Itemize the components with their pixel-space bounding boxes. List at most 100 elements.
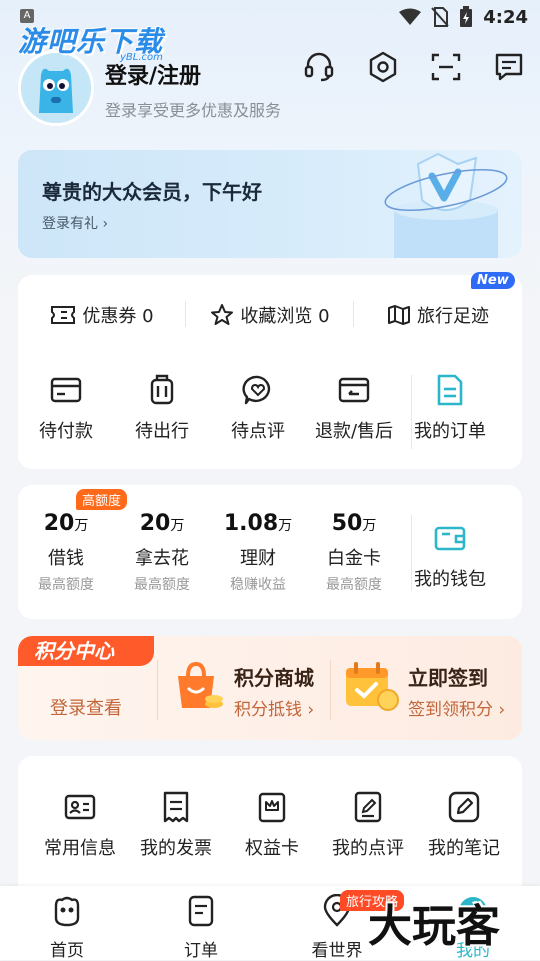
nav-label: 订单 xyxy=(184,941,218,961)
vip-shield-icon xyxy=(384,152,508,258)
order-doc-icon xyxy=(188,895,214,927)
checkin-sub: 签到领积分 › xyxy=(408,700,506,720)
my-notes-button[interactable]: 我的笔记 xyxy=(416,790,512,860)
orders-card: 优惠券 0 收藏浏览 0 旅行足迹 New 待付款 待出行 待点评 退款/售后 xyxy=(18,272,522,469)
wealth-button[interactable]: 1.08万 理财 稳赚收益 xyxy=(210,511,306,594)
settings-icon[interactable] xyxy=(366,50,400,84)
refund-button[interactable]: 退款/售后 xyxy=(306,373,402,463)
finance-sublabel: 最高额度 xyxy=(134,577,190,593)
footprint-tab[interactable]: 旅行足迹 xyxy=(354,297,522,333)
finance-unit: 万 xyxy=(170,518,185,534)
pending-review-button[interactable]: 待点评 xyxy=(210,373,306,463)
pen-icon xyxy=(448,791,480,823)
tab-divider xyxy=(185,301,186,327)
order-label: 待点评 xyxy=(231,421,285,442)
no-sim-icon xyxy=(431,7,449,27)
coupons-tab[interactable]: 优惠券 0 xyxy=(18,297,186,333)
points-mall-title: 积分商城 xyxy=(234,666,314,690)
map-icon xyxy=(388,305,410,325)
member-greeting: 尊贵的大众会员，下午好 xyxy=(42,180,262,204)
finance-label: 借钱 xyxy=(48,548,84,569)
favorites-label: 收藏浏览 0 xyxy=(240,306,330,327)
wifi-icon xyxy=(399,8,422,25)
checkin-button[interactable]: 立即签到 签到领积分 › xyxy=(342,658,522,728)
finance-unit: 万 xyxy=(278,518,293,534)
order-label: 待出行 xyxy=(135,421,189,442)
order-label: 退款/售后 xyxy=(314,421,394,442)
service-label: 常用信息 xyxy=(44,838,116,859)
invoice-icon xyxy=(163,791,189,823)
watermark-bottom: 大玩客 xyxy=(368,901,500,952)
crown-card-icon xyxy=(258,792,286,823)
finance-amount: 50 xyxy=(331,511,363,536)
finance-unit: 万 xyxy=(74,518,89,534)
pending-payment-button[interactable]: 待付款 xyxy=(18,373,114,463)
footprint-label: 旅行足迹 xyxy=(417,306,489,327)
points-center-tag: 积分中心 xyxy=(18,636,154,666)
finance-sublabel: 稳赚收益 xyxy=(230,577,286,593)
home-mascot-icon xyxy=(54,896,80,927)
id-card-icon xyxy=(64,794,96,820)
points-mall-button[interactable]: 积分商城 积分抵钱 › xyxy=(170,658,330,728)
coupons-label: 优惠券 0 xyxy=(82,306,154,327)
points-divider xyxy=(157,660,158,720)
platinum-card-button[interactable]: 50万 白金卡 最高额度 xyxy=(306,511,402,594)
my-invoice-button[interactable]: 我的发票 xyxy=(128,790,224,860)
common-info-button[interactable]: 常用信息 xyxy=(32,790,128,860)
status-time: 4:24 xyxy=(483,6,528,28)
finance-amount: 20 xyxy=(43,511,75,536)
new-badge: New xyxy=(471,272,515,289)
wallet-label: 我的钱包 xyxy=(414,569,486,590)
my-wallet-button[interactable]: 我的钱包 xyxy=(402,511,498,594)
services-card: 常用信息 我的发票 权益卡 我的点评 我的笔记 xyxy=(18,756,522,896)
pending-trip-button[interactable]: 待出行 xyxy=(114,373,210,463)
ticket-icon xyxy=(51,306,76,324)
finance-amount: 1.08 xyxy=(223,511,279,536)
login-gift-link[interactable]: 登录有礼 › xyxy=(42,213,108,233)
review-icon xyxy=(242,375,271,405)
shopping-bag-icon xyxy=(178,661,223,708)
login-register-link[interactable]: 登录/注册 xyxy=(105,58,201,90)
wallet-icon xyxy=(434,526,466,551)
message-icon[interactable] xyxy=(492,50,526,84)
calendar-check-icon xyxy=(346,662,399,711)
finance-sublabel: 最高额度 xyxy=(326,577,382,593)
orders-divider xyxy=(411,375,412,449)
avatar[interactable] xyxy=(18,50,94,126)
luggage-icon xyxy=(150,374,174,405)
mascot-avatar-icon xyxy=(21,53,91,123)
points-login-link[interactable]: 登录查看 xyxy=(50,694,122,720)
order-list-icon xyxy=(437,374,463,406)
scan-icon[interactable] xyxy=(429,50,463,84)
points-center: 积分中心 登录查看 积分商城 积分抵钱 › 立即签到 签到领积分 › xyxy=(18,636,522,740)
favorites-tab[interactable]: 收藏浏览 0 xyxy=(186,297,354,333)
my-orders-button[interactable]: 我的订单 xyxy=(402,373,498,463)
finance-label: 理财 xyxy=(240,548,276,569)
benefit-card-button[interactable]: 权益卡 xyxy=(224,790,320,860)
nav-home[interactable]: 首页 xyxy=(22,894,112,961)
checkin-title: 立即签到 xyxy=(408,666,488,690)
edit-doc-icon xyxy=(354,791,382,823)
battery-icon xyxy=(460,6,473,27)
my-reviews-button[interactable]: 我的点评 xyxy=(320,790,416,860)
service-label: 我的点评 xyxy=(332,838,404,859)
finance-card: 高额度 20万 借钱 最高额度 20万 拿去花 最高额度 1.08万 理财 稳赚… xyxy=(18,485,522,619)
nav-orders[interactable]: 订单 xyxy=(156,894,246,961)
tab-divider xyxy=(353,301,354,327)
finance-label: 白金卡 xyxy=(327,548,381,569)
finance-divider xyxy=(411,515,412,591)
service-label: 我的发票 xyxy=(140,838,212,859)
finance-sublabel: 最高额度 xyxy=(38,577,94,593)
borrow-money-button[interactable]: 20万 借钱 最高额度 xyxy=(18,511,114,594)
high-limit-badge: 高额度 xyxy=(76,489,128,510)
order-label: 待付款 xyxy=(39,421,93,442)
finance-label: 拿去花 xyxy=(135,548,189,569)
order-label: 我的订单 xyxy=(414,421,486,442)
customer-service-icon[interactable] xyxy=(302,50,336,84)
finance-amount: 20 xyxy=(139,511,171,536)
points-divider xyxy=(330,660,331,720)
member-card[interactable]: 尊贵的大众会员，下午好 登录有礼 › xyxy=(18,150,522,258)
naquhua-button[interactable]: 20万 拿去花 最高额度 xyxy=(114,511,210,594)
service-label: 权益卡 xyxy=(245,838,299,859)
points-mall-sub: 积分抵钱 › xyxy=(234,700,315,720)
